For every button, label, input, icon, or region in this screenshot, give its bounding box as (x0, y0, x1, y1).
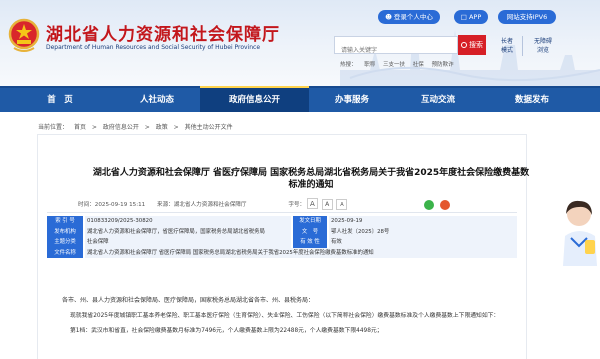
elder-mode-line1: 长者 (500, 38, 513, 45)
body-paragraph: 各市、州、县人力资源和社会保障局、医疗保障局，国家税务总局湖北省各市、州、县税务… (62, 297, 315, 304)
breadcrumb-item[interactable]: 首页 (74, 124, 86, 131)
hot-term[interactable]: 预防欺诈 (432, 62, 454, 68)
publisher-value: 湖北省人力资源和社会保障厅，省医疗保障局，国家税务总局湖北省税务局 (85, 226, 291, 237)
doc-number-value: 鄂人社发〔2025〕28号 (329, 226, 517, 237)
info-row: 文件名称 湖北省人力资源和社会保障厅 省医疗保障局 国家税务总局湖北省税务局关于… (47, 247, 517, 258)
search-button[interactable]: 搜索 (458, 35, 486, 55)
user-icon: ☻ (385, 13, 392, 21)
article-title-line2: 标准的通知 (288, 180, 334, 190)
hot-search-label: 热搜： (340, 62, 357, 68)
hot-term[interactable]: 三支一扶 (383, 62, 405, 68)
breadcrumb-item[interactable]: 政策 (156, 124, 168, 131)
filename-label: 文件名称 (47, 247, 83, 258)
time-label: 时间： (78, 202, 95, 208)
font-small-button[interactable]: A (336, 199, 348, 210)
body-paragraph: 现就我省2025年度城镇职工基本养老保险、职工基本医疗保险（生育保险）、失业保险… (70, 313, 500, 319)
accessibility-mode-button[interactable]: 无障碍 浏览 (528, 34, 558, 58)
site-title[interactable]: 湖北省人力资源和社会保障厅 (46, 20, 280, 45)
breadcrumb-sep: > (173, 124, 179, 131)
breadcrumb-item[interactable]: 政府信息公开 (103, 124, 139, 131)
nav-home[interactable]: 首 页 (20, 88, 100, 112)
font-large-button[interactable]: A (306, 198, 318, 209)
nav-news[interactable]: 人社动态 (112, 88, 202, 112)
filename-value: 湖北省人力资源和社会保障厅 省医疗保障局 国家税务总局湖北省税务局关于我省202… (85, 247, 517, 258)
breadcrumb: 当前位置： 首页 > 政府信息公开 > 政策 > 其他主动公开文件 (38, 122, 237, 131)
source-label: 来源： (157, 202, 174, 208)
body-paragraph: 第1档：武汉市和省直，社会保险缴费基数月标准为7496元，个人缴费基数上限为22… (70, 328, 383, 334)
index-value: 010833209/2025-30820 (85, 216, 291, 227)
accessibility-line1: 无障碍 (533, 38, 552, 45)
login-personal-center-button[interactable]: ☻ 登录个人中心 (378, 10, 440, 24)
national-emblem-logo (8, 18, 40, 52)
main-nav: 首 页 人社动态 政府信息公开 办事服务 互动交流 数据发布 (0, 86, 600, 112)
publisher-label: 发布机构 (47, 226, 83, 237)
hot-search-row: 热搜： 职称 三支一扶 社保 预防欺诈 (340, 60, 460, 68)
validity-value: 有效 (329, 237, 517, 248)
search-button-label: 搜索 (469, 41, 483, 49)
category-value: 社会保障 (85, 237, 291, 248)
nav-data[interactable]: 数据发布 (492, 88, 572, 112)
breadcrumb-prefix: 当前位置： (38, 124, 69, 131)
article-title-line1: 湖北省人力资源和社会保障厅 省医疗保障局 国家税务总局湖北省税务局关于我省202… (92, 168, 530, 178)
info-row: 索 引 号 010833209/2025-30820 发文日期 2025-09-… (47, 216, 517, 227)
app-button[interactable]: □ APP (454, 10, 488, 24)
document-info-table: 索 引 号 010833209/2025-30820 发文日期 2025-09-… (47, 216, 517, 258)
hot-term[interactable]: 社保 (413, 62, 424, 68)
weibo-share-icon[interactable] (440, 200, 450, 210)
source-value: 湖北省人力资源和社会保障厅 (173, 202, 247, 208)
nav-services[interactable]: 办事服务 (312, 88, 392, 112)
elder-mode-line2: 模式 (500, 47, 513, 54)
ipv6-label: 网站支持IPV6 (506, 13, 548, 21)
issue-date-label: 发文日期 (293, 216, 327, 227)
info-row: 发布机构 湖北省人力资源和社会保障厅，省医疗保障局，国家税务总局湖北省税务局 文… (47, 226, 517, 237)
doc-number-label: 文 号 (293, 226, 327, 237)
hot-term[interactable]: 职称 (364, 62, 375, 68)
breadcrumb-sep: > (91, 124, 97, 131)
accessibility-line2: 浏览 (536, 47, 549, 54)
nav-gov-info[interactable]: 政府信息公开 (200, 86, 309, 112)
mode-divider (522, 36, 523, 56)
validity-label: 有 效 性 (293, 237, 327, 248)
meta-divider (47, 212, 517, 213)
search-icon (461, 42, 467, 48)
info-row: 主题分类 社会保障 有 效 性 有效 (47, 237, 517, 248)
article-title: 湖北省人力资源和社会保障厅 省医疗保障局 国家税务总局湖北省税务局关于我省202… (56, 167, 566, 191)
breadcrumb-sep: > (144, 124, 150, 131)
font-medium-button[interactable]: A (321, 199, 333, 210)
phone-icon: □ (460, 13, 467, 21)
nav-interaction[interactable]: 互动交流 (398, 88, 478, 112)
issue-date-value: 2025-09-19 (329, 216, 517, 227)
search-box (334, 36, 458, 59)
site-header: 湖北省人力资源和社会保障厅 Department of Human Resour… (0, 0, 600, 86)
app-label: APP (468, 13, 482, 21)
ipv6-badge: 网站支持IPV6 (498, 10, 556, 24)
index-label: 索 引 号 (47, 216, 83, 227)
assistant-avatar-icon[interactable] (555, 196, 600, 266)
elder-mode-button[interactable]: 长者 模式 (492, 34, 522, 58)
search-input[interactable] (335, 42, 457, 59)
category-label: 主题分类 (47, 237, 83, 248)
fontsize-label: 字号： (288, 202, 306, 208)
wechat-share-icon[interactable] (424, 200, 434, 210)
time-value: 2025-09-19 15:11 (94, 202, 146, 208)
login-label: 登录个人中心 (393, 13, 433, 21)
breadcrumb-item[interactable]: 其他主动公开文件 (185, 124, 233, 131)
site-subtitle: Department of Human Resources and Social… (46, 44, 261, 51)
article-meta: 时间：2025-09-19 15:11 来源：湖北省人力资源和社会保障厅 字号：… (78, 198, 528, 210)
